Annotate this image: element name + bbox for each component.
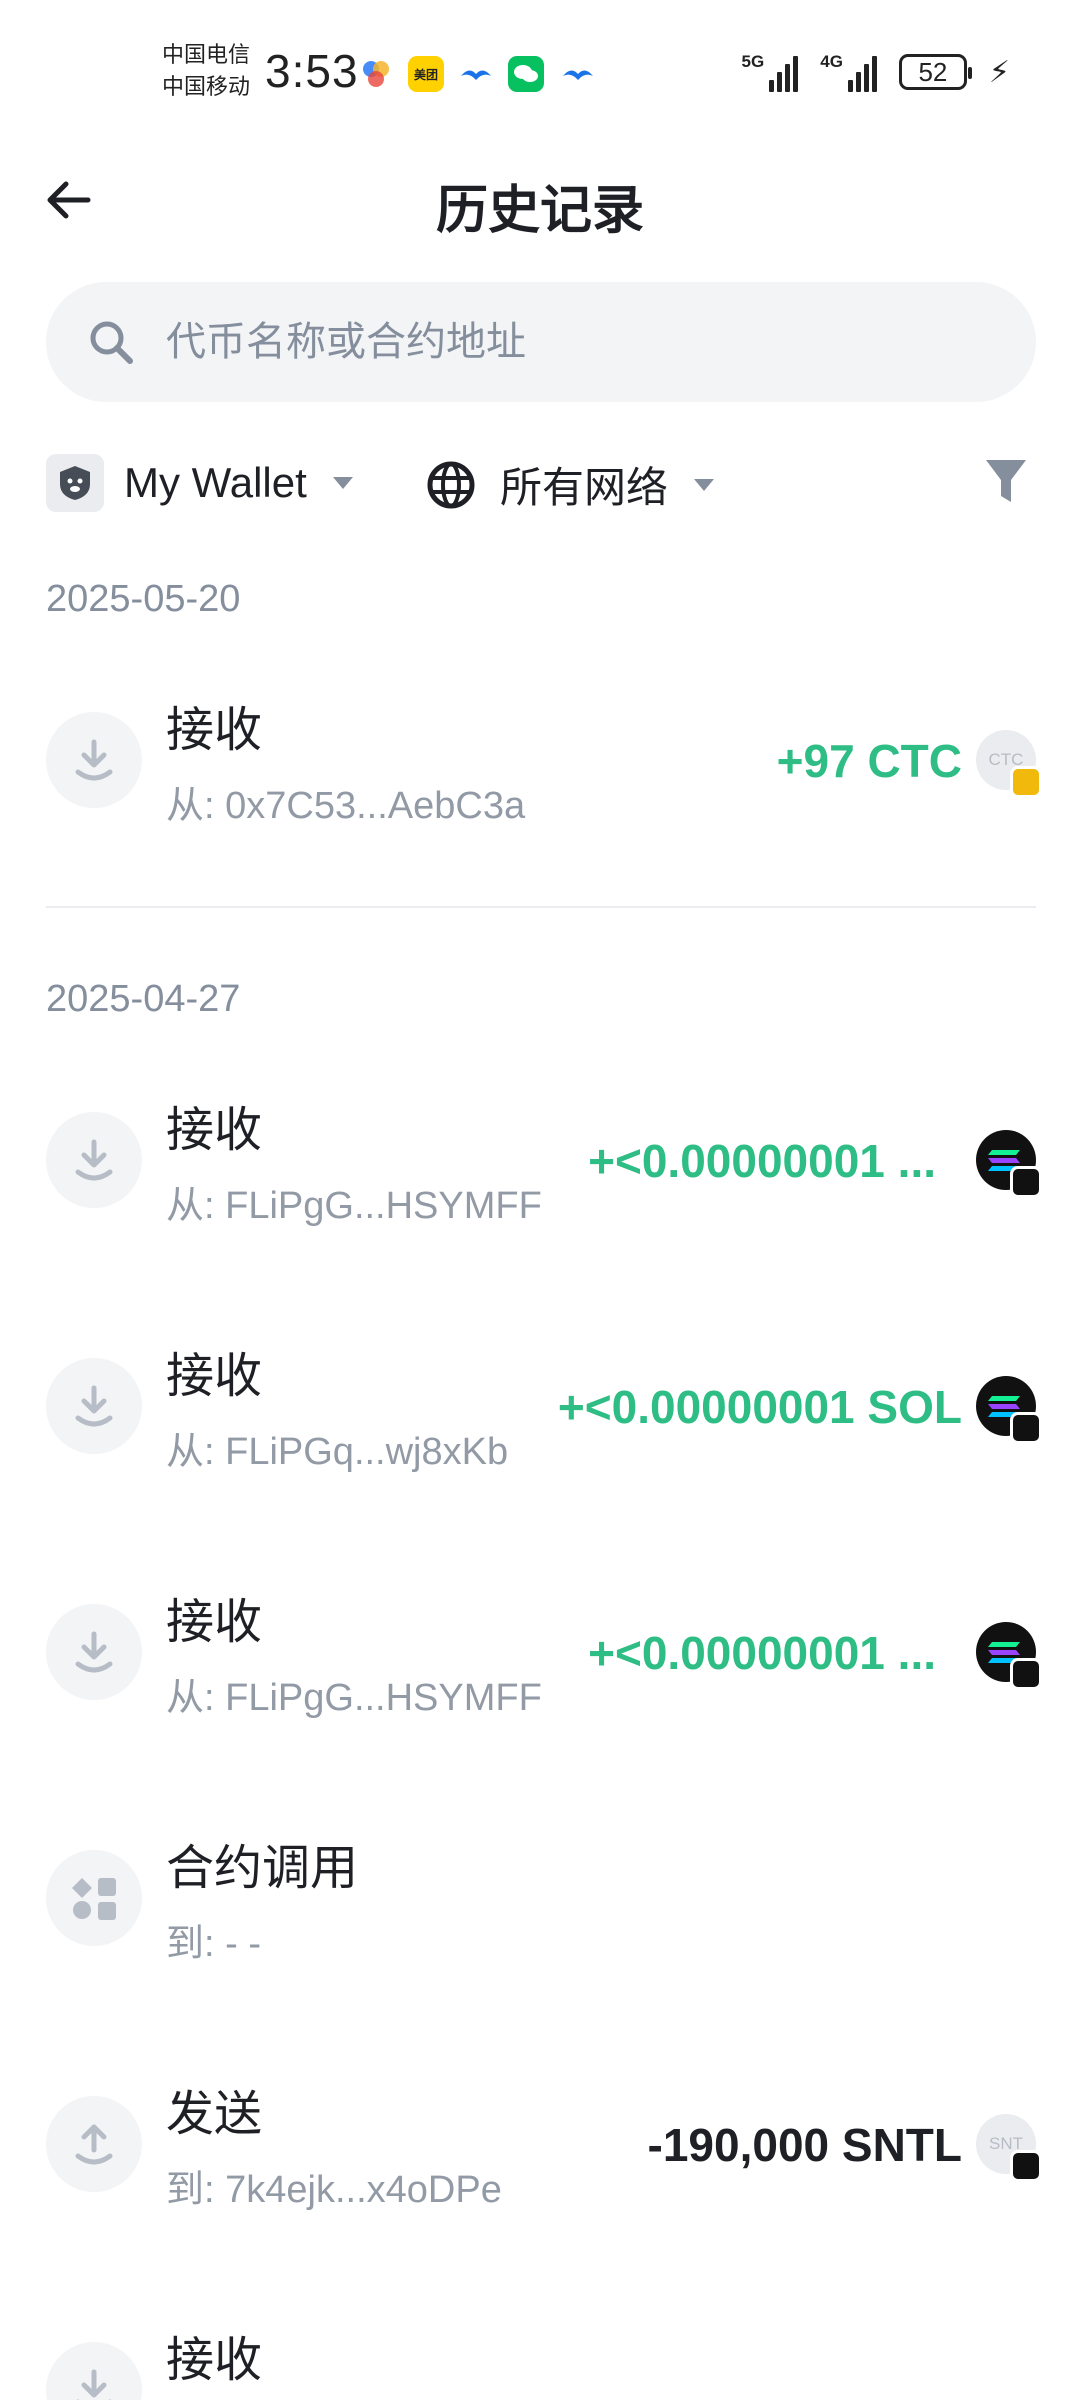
bear-shield-icon (60, 466, 90, 500)
solana-chain-badge-icon (1010, 1166, 1042, 1198)
date-header: 2025-04-27 (46, 978, 241, 1020)
transaction-row[interactable]: 接收 从: FLiPgG...HSYMFF +<0.00000001 ... (0, 1072, 1080, 1242)
transaction-row[interactable]: 接收 从: FLiPGq...wj8xKb +<0.00000001 SOL (0, 1318, 1080, 1488)
caret-down-icon (694, 478, 715, 491)
search-bar[interactable] (46, 282, 1036, 402)
tx-type: 接收 (166, 1350, 263, 1403)
send-icon (46, 2096, 142, 2192)
solana-chain-badge-icon (1010, 1412, 1042, 1444)
receive-icon (46, 712, 142, 808)
search-input[interactable] (166, 319, 966, 365)
tx-amount: +<0.00000001 SOL (557, 1381, 962, 1433)
solana-chain-badge-icon (1010, 1658, 1042, 1690)
header: 历史记录 (0, 150, 1080, 250)
tx-type: 接收 (166, 1104, 263, 1157)
wallet-selector[interactable]: My Wallet (46, 454, 353, 512)
receive-icon (46, 1358, 142, 1454)
tx-type: 接收 (166, 704, 263, 757)
network-name: 所有网络 (500, 464, 669, 511)
transaction-row[interactable]: 接收 从: FLiPgG...HSYMFF +<0.00000001 ... (0, 1564, 1080, 1734)
carrier-1: 中国电信 (162, 42, 251, 67)
network-selector[interactable]: 所有网络 (426, 454, 715, 515)
caret-down-icon (332, 477, 353, 489)
transaction-row[interactable]: 发送 到: 7k4ejk...x4oDPe -190,000 SNTL SNT (0, 2056, 1080, 2226)
sol-token-icon (976, 1130, 1042, 1198)
meituan-icon: 美团 (408, 56, 444, 92)
tx-type: 发送 (166, 2088, 263, 2141)
colorful-pinwheel-icon (358, 56, 394, 92)
charging-icon: ⚡ (988, 55, 1010, 89)
carrier-2: 中国移动 (162, 74, 251, 99)
bird-icon (560, 56, 596, 92)
wallet-name: My Wallet (124, 459, 307, 506)
contract-call-icon (46, 1850, 142, 1946)
filter-icon[interactable] (982, 456, 1030, 508)
search-icon (90, 321, 133, 364)
sol-token-icon (976, 1622, 1042, 1690)
page-title: 历史记录 (435, 182, 644, 240)
transaction-row[interactable]: 接收 (0, 2302, 1080, 2400)
globe-icon (427, 461, 475, 508)
transaction-row[interactable]: 接收 从: 0x7C53...AebC3a +97 CTC CTC (0, 672, 1080, 842)
tx-type: 接收 (166, 1596, 263, 1649)
tx-address: 到: - - (166, 1923, 261, 1965)
signal-5g-icon: 5G (742, 52, 799, 92)
sntl-token-icon: SNT (976, 2114, 1042, 2182)
date-header: 2025-05-20 (46, 578, 241, 620)
tx-address: 从: 0x7C53...AebC3a (166, 785, 526, 827)
status-time: 3:53 (265, 45, 359, 97)
receive-icon (46, 1604, 142, 1700)
sol-token-icon (976, 1376, 1042, 1444)
receive-icon (46, 2342, 142, 2400)
battery-icon: 52 (898, 54, 972, 90)
wechat-icon (508, 56, 544, 92)
tx-amount: +<0.00000001 ... (588, 1627, 936, 1679)
receive-icon (46, 1112, 142, 1208)
tx-address: 从: FLiPgG...HSYMFF (166, 1677, 542, 1719)
tx-amount: +<0.00000001 ... (588, 1135, 936, 1187)
filter-bar: My Wallet 所有网络 (46, 448, 1036, 520)
carrier-info: 中国电信 中国移动 (162, 40, 250, 104)
signal-4g-icon: 4G (820, 52, 877, 92)
tx-address: 到: 7k4ejk...x4oDPe (166, 2169, 502, 2211)
tx-type: 合约调用 (166, 1842, 359, 1895)
divider (46, 906, 1036, 908)
tx-type: 接收 (166, 2334, 263, 2387)
solana-chain-badge-icon (1010, 2150, 1042, 2182)
status-bar: 中国电信 中国移动 3:53 美团 5G 4G 52 ⚡ (0, 0, 1080, 140)
tx-amount: -190,000 SNTL (647, 2119, 962, 2171)
bird-icon (458, 56, 494, 92)
tx-amount: +97 CTC (776, 735, 962, 787)
ctc-token-icon: CTC (976, 730, 1042, 798)
tx-address: 从: FLiPgG...HSYMFF (166, 1185, 542, 1227)
tx-address: 从: FLiPGq...wj8xKb (166, 1431, 509, 1473)
bnb-chain-badge-icon (1010, 766, 1042, 798)
transaction-row[interactable]: 合约调用 到: - - (0, 1810, 1080, 1980)
wallet-avatar (46, 454, 104, 512)
